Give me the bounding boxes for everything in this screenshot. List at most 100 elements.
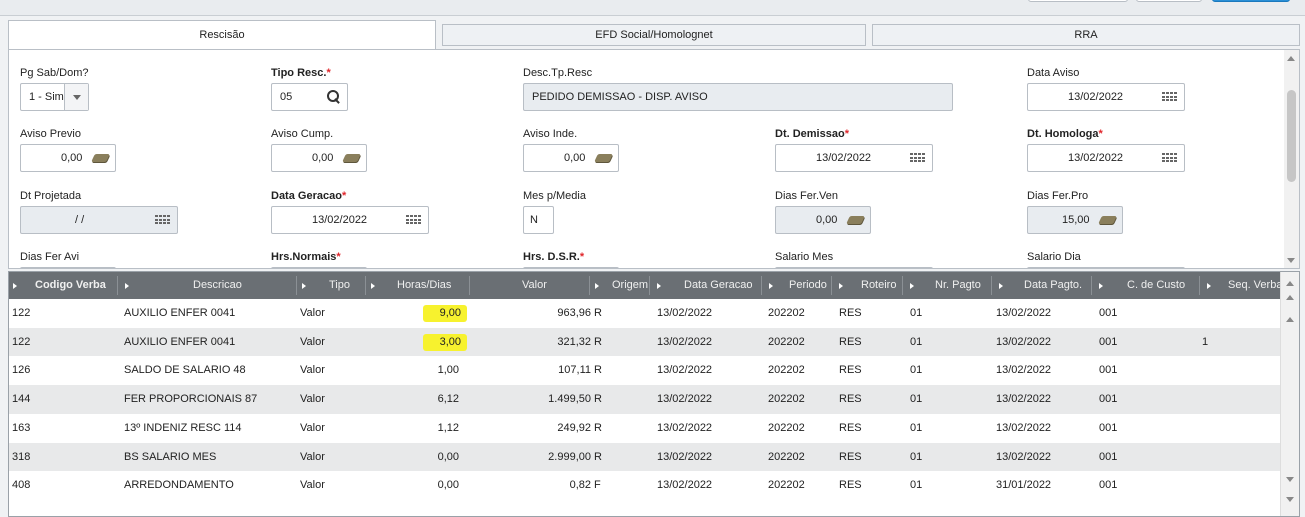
dt-demissao-input[interactable]: 13/02/2022: [775, 144, 933, 172]
cell-descricao: AUXILIO ENFER 0041: [124, 335, 236, 348]
aviso-previo-input[interactable]: 0,00: [20, 144, 116, 172]
aviso-previo-field: Aviso Previo 0,00: [20, 128, 116, 172]
cell-descricao: BS SALARIO MES: [124, 450, 217, 463]
column-marker-icon: [1099, 283, 1103, 289]
toolbar-button[interactable]: [1028, 0, 1128, 2]
money-icon[interactable]: [342, 152, 362, 164]
calendar-icon[interactable]: [404, 212, 422, 228]
scroll-up-icon[interactable]: [1286, 295, 1294, 300]
cell-periodo: 202202: [768, 307, 805, 319]
hrs-dsr-input[interactable]: [523, 267, 619, 268]
scroll-down-icon[interactable]: [1286, 497, 1294, 502]
aviso-cump-input[interactable]: 0,00: [271, 144, 367, 172]
salario-dia-input[interactable]: [1027, 267, 1185, 268]
col-roteiro[interactable]: Roteiro: [861, 272, 896, 299]
desc-tp-resc-input[interactable]: PEDIDO DEMISSAO - DISP. AVISO: [523, 83, 953, 111]
aviso-inde-value: 0,00: [564, 152, 586, 164]
pg-sab-dom-select[interactable]: 1 - Sim: [20, 83, 89, 111]
tipo-resc-input[interactable]: 05: [271, 83, 348, 111]
column-marker-icon: [839, 283, 843, 289]
col-c-de-custo[interactable]: C. de Custo: [1127, 272, 1185, 299]
aviso-inde-input[interactable]: 0,00: [523, 144, 619, 172]
scroll-up-icon[interactable]: [1286, 281, 1294, 286]
cell-periodo: 202202: [768, 335, 805, 348]
cell-periodo: 202202: [768, 479, 805, 492]
col-codigo-verba[interactable]: Codigo Verba: [35, 272, 106, 299]
tipo-resc-field: Tipo Resc.* 05: [271, 67, 348, 111]
data-aviso-value: 13/02/2022: [1068, 91, 1124, 103]
table-row[interactable]: 144 FER PROPORCIONAIS 87 Valor 6,12 1.499,50…: [9, 385, 1281, 414]
col-data-geracao[interactable]: Data Geracao: [684, 272, 752, 299]
tab-rra[interactable]: RRA: [872, 24, 1300, 46]
calendar-icon[interactable]: [153, 212, 171, 228]
col-periodo[interactable]: Periodo: [789, 272, 827, 299]
dt-demissao-field: Dt. Demissao* 13/02/2022: [775, 128, 933, 172]
data-geracao-input[interactable]: 13/02/2022: [271, 206, 429, 234]
cell-roteiro: RES: [839, 335, 862, 348]
table-row[interactable]: 163 13º INDENIZ RESC 114 Valor 1,12 249,92 R 1…: [9, 414, 1281, 443]
cell-c-de-custo: 001: [1099, 421, 1118, 434]
scroll-down-icon[interactable]: [1287, 258, 1295, 263]
dt-projetada-input[interactable]: / /: [20, 206, 178, 234]
col-valor[interactable]: Valor: [522, 272, 547, 299]
col-data-pagto[interactable]: Data Pagto.: [1024, 272, 1082, 299]
salario-mes-input[interactable]: [775, 267, 933, 268]
money-icon[interactable]: [846, 214, 866, 226]
calendar-icon[interactable]: [1160, 89, 1178, 105]
cell-origem: R: [594, 393, 602, 406]
col-horas-dias[interactable]: Horas/Dias: [397, 272, 451, 299]
col-seq-verba[interactable]: Seq. Verba: [1228, 272, 1282, 299]
col-descricao[interactable]: Descricao: [193, 272, 242, 299]
chevron-down-icon[interactable]: [64, 84, 88, 110]
table-row[interactable]: 318 BS SALARIO MES Valor 0,00 2.999,00 R 13/02…: [9, 442, 1281, 472]
col-tipo[interactable]: Tipo: [329, 272, 350, 299]
column-marker-icon: [371, 283, 375, 289]
scroll-up-icon[interactable]: [1287, 56, 1295, 61]
money-icon[interactable]: [91, 152, 111, 164]
cell-descricao: FER PROPORCIONAIS 87: [124, 393, 258, 406]
cell-valor: 107,11: [558, 364, 591, 377]
scroll-down-icon[interactable]: [1286, 477, 1294, 482]
hrs-normais-input[interactable]: [271, 267, 367, 268]
cell-origem: R: [594, 335, 602, 348]
cell-roteiro: RES: [839, 479, 862, 492]
table-row[interactable]: 122 AUXILIO ENFER 0041 Valor 3,00 321,32 R 13/…: [9, 327, 1281, 357]
dias-fer-pro-field: Dias Fer.Pro 15,00: [1027, 190, 1123, 234]
cell-tipo: Valor: [300, 393, 325, 406]
dias-fer-ven-input[interactable]: 0,00: [775, 206, 871, 234]
money-icon[interactable]: [1098, 214, 1118, 226]
scrollbar-thumb[interactable]: [1287, 90, 1296, 182]
aviso-previo-label: Aviso Previo: [20, 128, 81, 140]
search-icon[interactable]: [327, 90, 341, 104]
data-aviso-input[interactable]: 13/02/2022: [1027, 83, 1185, 111]
col-nr-pagto[interactable]: Nr. Pagto: [935, 272, 981, 299]
grid-scrollbar[interactable]: [1280, 272, 1299, 516]
table-row[interactable]: 126 SALDO DE SALARIO 48 Valor 1,00 107,11 R 13…: [9, 356, 1281, 385]
top-toolbar: [0, 0, 1305, 16]
toolbar-button[interactable]: [1136, 0, 1202, 2]
cell-tipo: Valor: [300, 421, 325, 434]
mes-p-media-input[interactable]: N: [523, 206, 554, 234]
cell-tipo: Valor: [300, 450, 325, 463]
table-row[interactable]: 408 ARREDONDAMENTO Valor 0,00 0,82 F 13/02/202…: [9, 471, 1281, 500]
dt-homologa-input[interactable]: 13/02/2022: [1027, 144, 1185, 172]
dias-fer-pro-input[interactable]: 15,00: [1027, 206, 1123, 234]
money-icon[interactable]: [594, 152, 614, 164]
cell-valor: 249,92: [557, 421, 591, 434]
dias-fer-avi-input[interactable]: [20, 267, 116, 268]
scroll-up-icon[interactable]: [1286, 317, 1294, 322]
tab-rescisao[interactable]: Rescisão: [8, 20, 436, 50]
salario-dia-label: Salario Dia: [1027, 251, 1081, 263]
cell-nr-pagto: 01: [910, 479, 923, 492]
col-origem[interactable]: Origem: [612, 272, 648, 299]
calendar-icon[interactable]: [908, 150, 926, 166]
aviso-cump-field: Aviso Cump. 0,00: [271, 128, 367, 172]
cell-origem: R: [594, 307, 602, 319]
toolbar-primary-button[interactable]: [1212, 0, 1290, 2]
tab-efd-social[interactable]: EFD Social/Homolognet: [442, 24, 866, 46]
calendar-icon[interactable]: [1160, 150, 1178, 166]
data-geracao-label: Data Geracao: [271, 190, 342, 202]
data-aviso-field: Data Aviso 13/02/2022: [1027, 67, 1185, 111]
form-scrollbar[interactable]: [1284, 50, 1299, 268]
table-row[interactable]: 122 AUXILIO ENFER 0041 Valor 9,00 963,96 R 13/…: [9, 299, 1281, 328]
